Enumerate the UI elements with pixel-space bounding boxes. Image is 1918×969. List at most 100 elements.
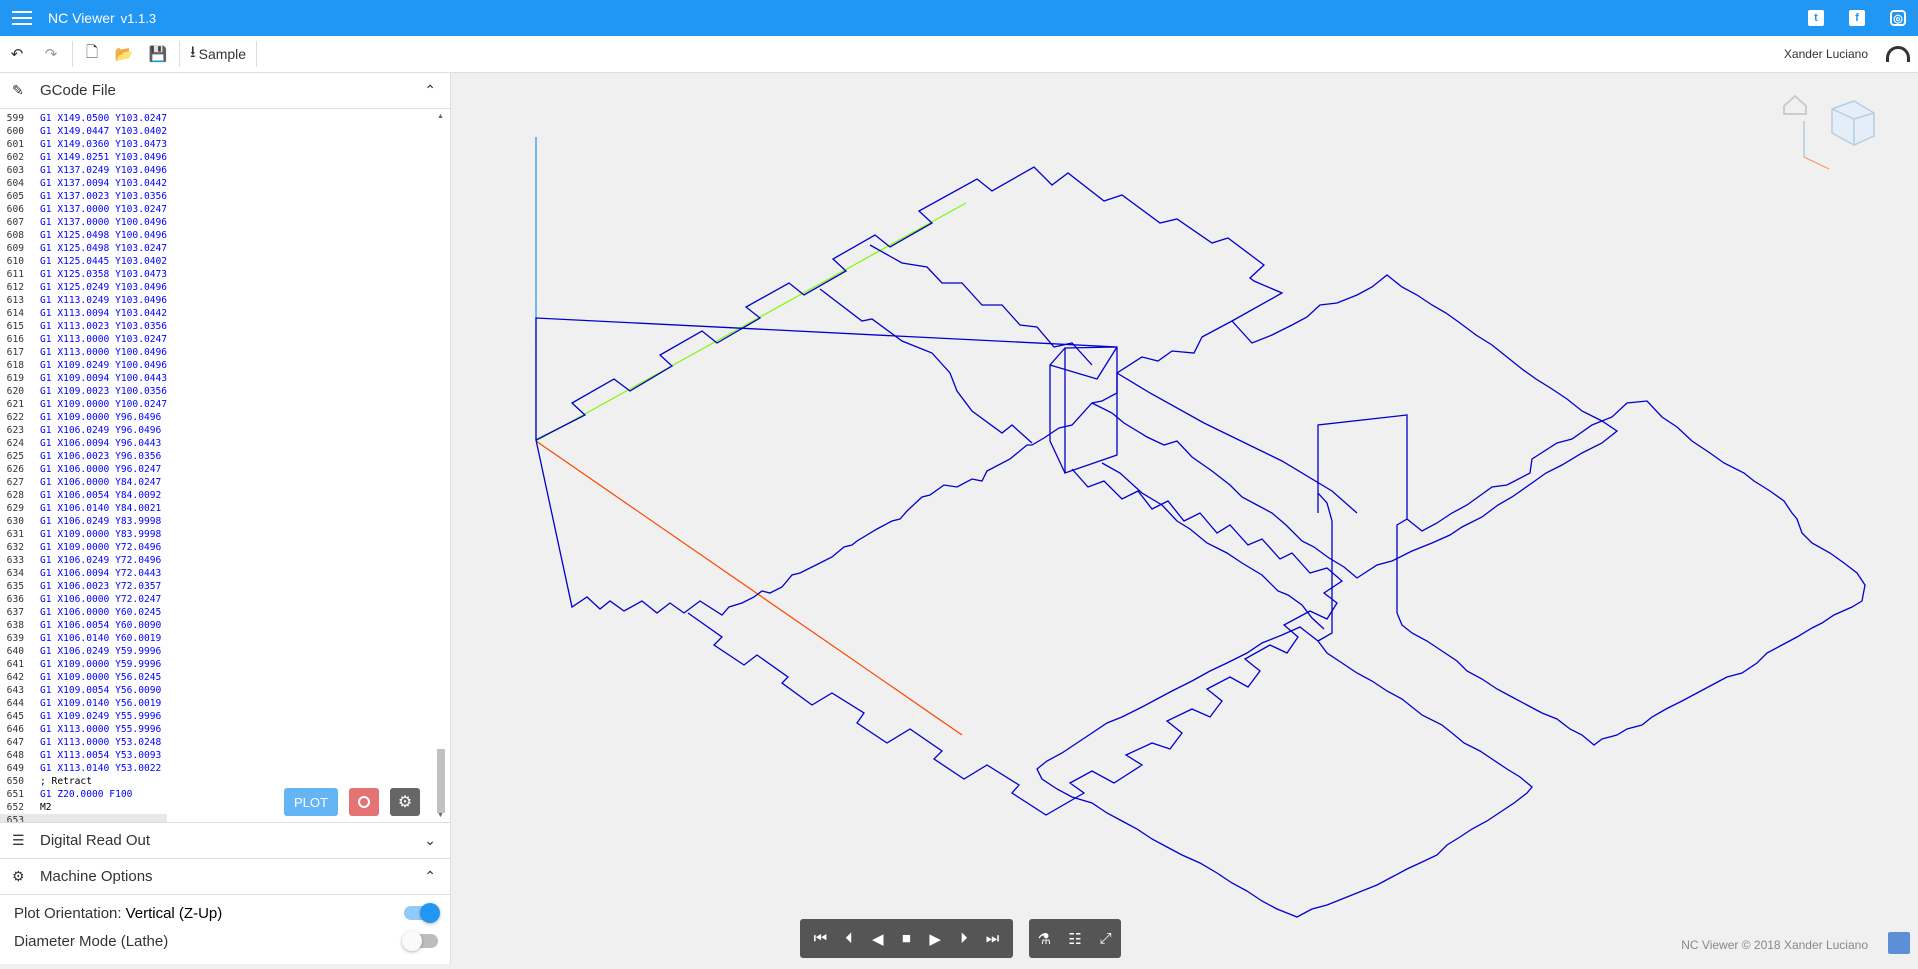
code-line[interactable]: 602 G1 X149.0251 Y103.0496 xyxy=(0,151,167,164)
code-text: G1 X137.0000 Y103.0247 xyxy=(40,204,168,215)
scroll-up-icon[interactable]: ▲ xyxy=(437,113,444,120)
code-line[interactable]: 625 G1 X106.0023 Y96.0356 xyxy=(0,450,167,463)
sample-button[interactable]: ⭳ Sample xyxy=(184,39,252,69)
code-line[interactable]: 649 G1 X113.0140 Y53.0022 xyxy=(0,762,167,775)
code-line[interactable]: 610 G1 X125.0445 Y103.0402 xyxy=(0,255,167,268)
step-back-icon[interactable]: ⏴ xyxy=(837,930,861,947)
code-line[interactable]: 628 G1 X106.0054 Y84.0092 xyxy=(0,489,167,502)
code-line[interactable]: 608 G1 X125.0498 Y100.0496 xyxy=(0,229,167,242)
machine-options-header[interactable]: ⚙ Machine Options ⌃ xyxy=(0,859,450,895)
code-line[interactable]: 607 G1 X137.0000 Y100.0496 xyxy=(0,216,167,229)
step-forward-icon[interactable]: ⏵ xyxy=(952,930,976,947)
code-line[interactable]: 605 G1 X137.0023 Y103.0356 xyxy=(0,190,167,203)
code-line[interactable]: 651 G1 Z20.0000 F100 xyxy=(0,788,167,801)
code-line[interactable]: 623 G1 X106.0249 Y96.0496 xyxy=(0,424,167,437)
code-line[interactable]: 600 G1 X149.0447 Y103.0402 xyxy=(0,125,167,138)
code-line[interactable]: 601 G1 X149.0360 Y103.0473 xyxy=(0,138,167,151)
code-line[interactable]: 631 G1 X109.0000 Y83.9998 xyxy=(0,528,167,541)
view-cube-widget[interactable] xyxy=(1783,94,1875,170)
code-line[interactable]: 629 G1 X106.0140 Y84.0021 xyxy=(0,502,167,515)
code-line[interactable]: 634 G1 X106.0094 Y72.0443 xyxy=(0,567,167,580)
code-line[interactable]: 639 G1 X106.0140 Y60.0019 xyxy=(0,632,167,645)
3d-viewport[interactable] xyxy=(452,73,1918,964)
code-line[interactable]: 636 G1 X106.0000 Y72.0247 xyxy=(0,593,167,606)
user-name[interactable]: Xander Luciano xyxy=(1784,47,1868,61)
code-line[interactable]: 635 G1 X106.0023 Y72.0357 xyxy=(0,580,167,593)
code-line[interactable]: 637 G1 X106.0000 Y60.0245 xyxy=(0,606,167,619)
code-line[interactable]: 615 G1 X113.0023 Y103.0356 xyxy=(0,320,167,333)
code-line[interactable]: 616 G1 X113.0000 Y103.0247 xyxy=(0,333,167,346)
performance-gauge-icon[interactable] xyxy=(1886,46,1910,62)
code-line[interactable]: 609 G1 X125.0498 Y103.0247 xyxy=(0,242,167,255)
rewind-icon[interactable]: ◀ xyxy=(866,930,890,948)
gear-icon: ⚙ xyxy=(12,868,25,884)
code-line[interactable]: 613 G1 X113.0249 Y103.0496 xyxy=(0,294,167,307)
code-line[interactable]: 620 G1 X109.0023 Y100.0356 xyxy=(0,385,167,398)
code-line[interactable]: 619 G1 X109.0094 Y100.0443 xyxy=(0,372,167,385)
code-line[interactable]: 621 G1 X109.0000 Y100.0247 xyxy=(0,398,167,411)
instagram-icon[interactable]: ◎ xyxy=(1890,10,1906,26)
code-line[interactable]: 599 G1 X149.0500 Y103.0247 xyxy=(0,112,167,125)
code-line[interactable]: 648 G1 X113.0054 Y53.0093 xyxy=(0,749,167,762)
code-line[interactable]: 606 G1 X137.0000 Y103.0247 xyxy=(0,203,167,216)
code-line[interactable]: 632 G1 X109.0000 Y72.0496 xyxy=(0,541,167,554)
code-line[interactable]: 652 M2 xyxy=(0,801,167,814)
code-line[interactable]: 646 G1 X113.0000 Y55.9996 xyxy=(0,723,167,736)
skip-to-end-icon[interactable]: ⏭ xyxy=(981,930,1005,947)
code-line[interactable]: 643 G1 X109.0054 Y56.0090 xyxy=(0,684,167,697)
undo-icon[interactable]: ↶ xyxy=(0,39,34,69)
stop-icon[interactable]: ■ xyxy=(894,930,918,947)
code-line[interactable]: 642 G1 X109.0000 Y56.0245 xyxy=(0,671,167,684)
code-line[interactable]: 604 G1 X137.0094 Y103.0442 xyxy=(0,177,167,190)
code-line[interactable]: 650 ; Retract xyxy=(0,775,167,788)
code-line[interactable]: 633 G1 X106.0249 Y72.0496 xyxy=(0,554,167,567)
plot-orientation-toggle[interactable] xyxy=(404,903,440,923)
facebook-icon[interactable]: f xyxy=(1849,10,1865,26)
home-view-icon[interactable] xyxy=(1783,94,1807,115)
ncviewer-logo-icon[interactable] xyxy=(1888,932,1910,954)
clear-button[interactable] xyxy=(349,788,379,816)
scroll-down-icon[interactable]: ▼ xyxy=(437,812,444,819)
digital-read-out-header[interactable]: ☰ Digital Read Out ⌄ xyxy=(0,823,450,859)
open-folder-icon[interactable]: 📂 xyxy=(107,39,141,69)
skip-to-start-icon[interactable]: ⏮ xyxy=(808,930,832,947)
code-line[interactable]: 645 G1 X109.0249 Y55.9996 xyxy=(0,710,167,723)
expand-icon[interactable]: ⤢ xyxy=(1094,930,1118,947)
code-line[interactable]: 644 G1 X109.0140 Y56.0019 xyxy=(0,697,167,710)
editor-settings-button[interactable]: ⚙ xyxy=(390,788,420,816)
code-line[interactable]: 611 G1 X125.0358 Y103.0473 xyxy=(0,268,167,281)
gcode-file-header[interactable]: ✎ GCode File ⌃ xyxy=(0,73,450,109)
code-line[interactable]: 624 G1 X106.0094 Y96.0443 xyxy=(0,437,167,450)
code-line[interactable]: 647 G1 X113.0000 Y53.0248 xyxy=(0,736,167,749)
twitter-icon[interactable]: t xyxy=(1808,10,1824,26)
code-line[interactable]: 640 G1 X106.0249 Y59.9996 xyxy=(0,645,167,658)
new-file-icon[interactable]: 🗋 xyxy=(77,39,107,69)
sliders-icon[interactable]: ☷ xyxy=(1063,930,1087,948)
redo-icon[interactable]: ↷ xyxy=(34,39,68,69)
scrollbar-thumb[interactable] xyxy=(437,749,445,813)
plot-button[interactable]: PLOT xyxy=(284,788,338,816)
code-line[interactable]: 622 G1 X109.0000 Y96.0496 xyxy=(0,411,167,424)
code-text: M2 xyxy=(40,802,52,813)
save-icon[interactable]: 💾 xyxy=(141,39,175,69)
code-line[interactable]: 653 xyxy=(0,814,168,822)
hamburger-menu-icon[interactable] xyxy=(12,11,32,25)
code-line[interactable]: 603 G1 X137.0249 Y103.0496 xyxy=(0,164,167,177)
view-cube-icon[interactable] xyxy=(1831,100,1875,146)
play-icon[interactable]: ▶ xyxy=(923,930,947,948)
gcode-editor[interactable]: 599 G1 X149.0500 Y103.0247 600 G1 X149.0447… xyxy=(0,109,450,823)
toolpath-plot[interactable] xyxy=(452,73,1918,964)
code-line[interactable]: 627 G1 X106.0000 Y84.0247 xyxy=(0,476,167,489)
code-line[interactable]: 630 G1 X106.0249 Y83.9998 xyxy=(0,515,167,528)
flask-icon[interactable]: ⚗ xyxy=(1032,930,1056,948)
code-line[interactable]: 612 G1 X125.0249 Y103.0496 xyxy=(0,281,167,294)
code-line[interactable]: 614 G1 X113.0094 Y103.0442 xyxy=(0,307,167,320)
line-number: 639 xyxy=(6,633,24,644)
editor-scrollbar[interactable]: ▲ ▼ xyxy=(436,109,446,822)
diameter-mode-toggle[interactable] xyxy=(402,931,438,951)
code-line[interactable]: 641 G1 X109.0000 Y59.9996 xyxy=(0,658,167,671)
code-line[interactable]: 638 G1 X106.0054 Y60.0090 xyxy=(0,619,167,632)
code-line[interactable]: 626 G1 X106.0000 Y96.0247 xyxy=(0,463,167,476)
code-line[interactable]: 617 G1 X113.0000 Y100.0496 xyxy=(0,346,167,359)
code-line[interactable]: 618 G1 X109.0249 Y100.0496 xyxy=(0,359,167,372)
